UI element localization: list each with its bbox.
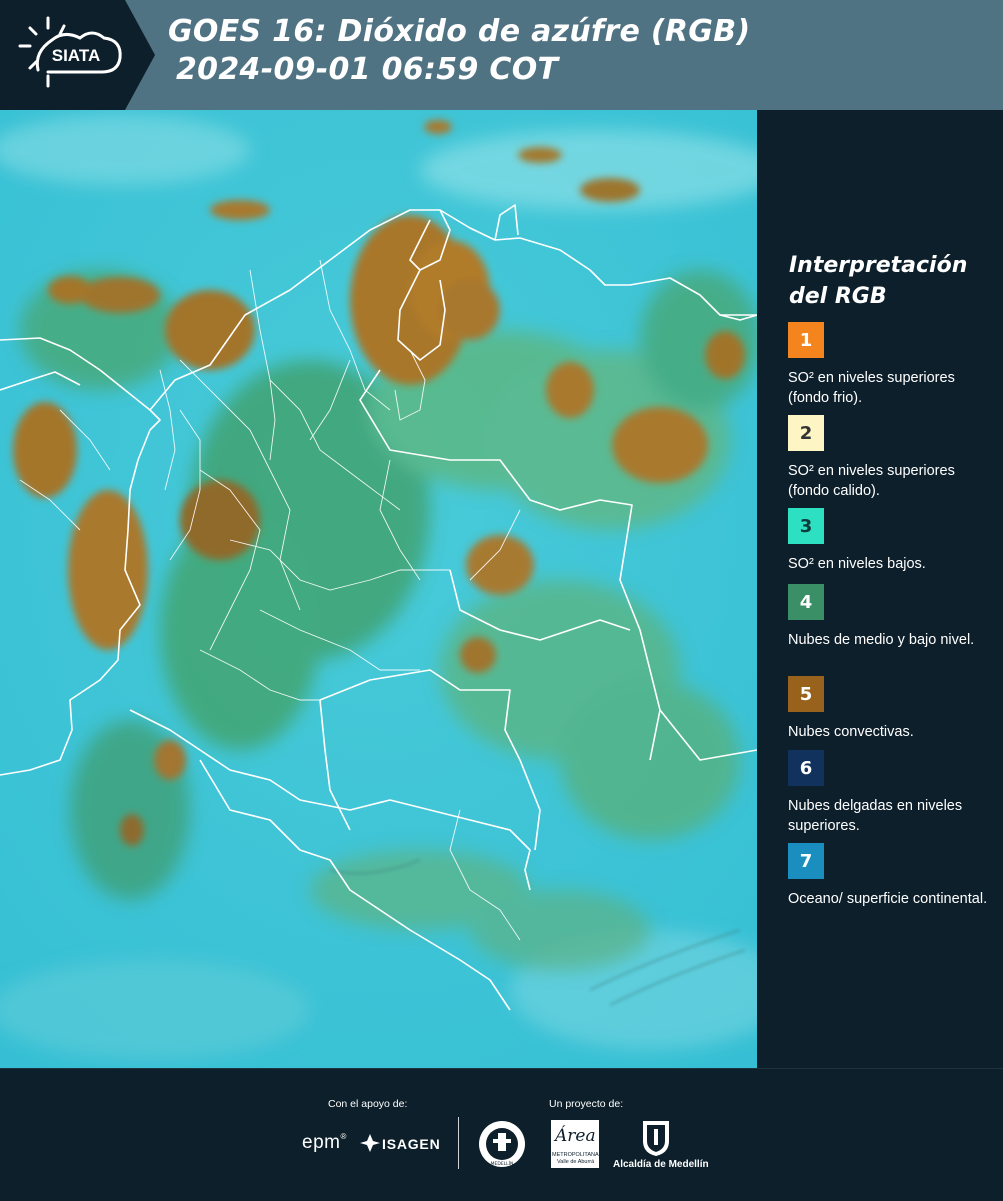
siata-logo-text: SIATA [52, 46, 100, 65]
page-title: GOES 16: Dióxido de azúfre (RGB) [168, 14, 751, 49]
area-logo-subtitle-2: Valle de Aburrá [557, 1159, 595, 1165]
project-label: Un proyecto de: [549, 1098, 624, 1110]
legend-swatch-4: 4 [788, 584, 824, 620]
isagen-logo-text: ISAGEN [382, 1136, 441, 1152]
legend-label-3: SO² en niveles bajos. [788, 556, 926, 572]
legend-item-2: 2 SO² en niveles superiores (fondo calid… [788, 415, 998, 501]
legend-label-2: SO² en niveles superiores (fondo calido)… [788, 463, 955, 499]
alcaldia-logo-text: Alcaldía de Medellín [613, 1159, 709, 1170]
alcaldia-shield-icon [643, 1121, 669, 1156]
legend-label-1: SO² en niveles superiores (fondo frio). [788, 370, 955, 406]
legend-title-line2: del RGB [789, 284, 887, 309]
legend-item-6: 6 Nubes delgadas en niveles superiores. [788, 750, 998, 836]
page-timestamp: 2024-09-01 06:59 COT [176, 52, 559, 87]
isagen-logo-icon [360, 1134, 380, 1152]
legend-swatch-1: 1 [788, 322, 824, 358]
legend-swatch-3: 3 [788, 508, 824, 544]
legend-title-line1: Interpretación [789, 253, 968, 278]
area-logo-subtitle-1: METROPOLITANA [552, 1152, 599, 1158]
header-bar: SIATA GOES 16: Dióxido de azúfre (RGB) 2… [0, 0, 1003, 110]
medellin-seal-logo: MEDELLÍN [479, 1121, 525, 1167]
legend-swatch-5: 5 [788, 676, 824, 712]
medellin-seal-text: MEDELLÍN [491, 1160, 514, 1167]
legend-item-4: 4 Nubes de medio y bajo nivel. [788, 584, 998, 650]
area-logo-text: Área [555, 1126, 596, 1146]
legend-swatch-2: 2 [788, 415, 824, 451]
footer-divider [458, 1117, 459, 1169]
legend-item-7: 7 Oceano/ superficie continental. [788, 843, 998, 909]
legend-label-6: Nubes delgadas en niveles superiores. [788, 798, 963, 834]
legend-panel: Interpretación del RGB 1 SO² en niveles … [757, 110, 1003, 1068]
legend-item-1: 1 SO² en niveles superiores (fondo frio)… [788, 322, 998, 408]
epm-logo: epm® [302, 1132, 347, 1153]
legend-title: Interpretación del RGB [789, 250, 989, 312]
legend-item-5: 5 Nubes convectivas. [788, 676, 998, 742]
legend-label-4: Nubes de medio y bajo nivel. [788, 632, 975, 648]
footer-bar: Con el apoyo de: Un proyecto de: epm® IS… [0, 1068, 1003, 1201]
legend-label-5: Nubes convectivas. [788, 724, 914, 740]
area-metropolitana-logo: Área METROPOLITANA Valle de Aburrá [551, 1120, 599, 1168]
siata-logo: SIATA [0, 0, 155, 110]
legend-swatch-7: 7 [788, 843, 824, 879]
satellite-map[interactable] [0, 110, 757, 1068]
epm-logo-text: epm [302, 1132, 341, 1153]
legend-item-3: 3 SO² en niveles bajos. [788, 508, 998, 574]
legend-label-7: Oceano/ superficie continental. [788, 891, 988, 907]
legend-swatch-6: 6 [788, 750, 824, 786]
support-label: Con el apoyo de: [328, 1098, 408, 1110]
